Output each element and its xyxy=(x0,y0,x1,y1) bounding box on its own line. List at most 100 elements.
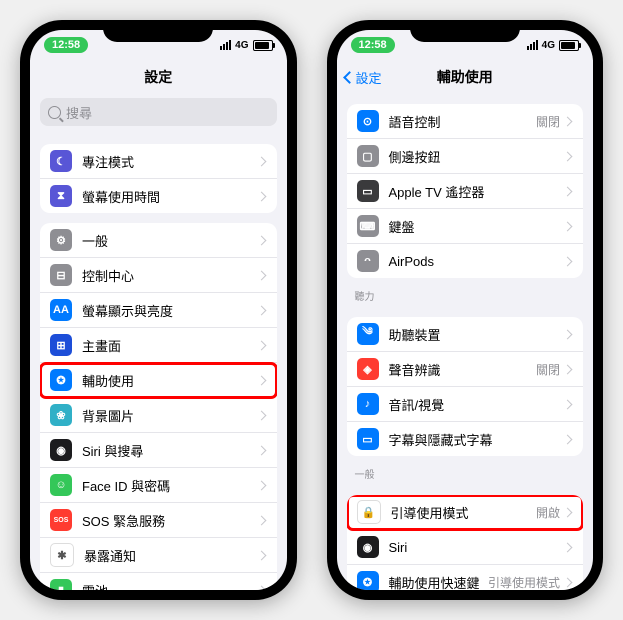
chevron-right-icon xyxy=(256,191,266,201)
settings-row[interactable]: ༄ 助聽裝置 xyxy=(347,317,584,352)
chevron-right-icon xyxy=(563,186,573,196)
chevron-right-icon xyxy=(256,550,266,560)
status-right: 4G xyxy=(220,40,272,51)
network-label: 4G xyxy=(542,40,555,51)
row-label: 主畫面 xyxy=(82,336,258,355)
focus-icon: ☾ xyxy=(50,150,72,172)
accessibility-group-1: ⊙ 語音控制關閉 ▢側邊按鈕▭Apple TV 遙控器 ⌨ 鍵盤 ᴖ AirPods xyxy=(347,104,584,278)
side-button-icon: ▢ xyxy=(357,145,379,167)
settings-row[interactable]: ❀背景圖片 xyxy=(40,398,277,433)
settings-row[interactable]: SOSSOS 緊急服務 xyxy=(40,503,277,538)
chevron-right-icon xyxy=(256,410,266,420)
status-time: 12:58 xyxy=(44,37,88,53)
settings-row[interactable]: ▮電池 xyxy=(40,573,277,590)
back-button[interactable]: 設定 xyxy=(345,68,382,87)
guided-access-icon: 🔒 xyxy=(357,500,381,524)
accessibility-group-general: 🔒引導使用模式開啟◉Siri✪輔助使用快速鍵引導使用模式⊡個別 App 設定 xyxy=(347,495,584,590)
row-label: Siri xyxy=(389,540,565,555)
settings-row[interactable]: ◈聲音辨識關閉 xyxy=(347,352,584,387)
row-value: 關閉 xyxy=(536,113,560,130)
siri-icon: ◉ xyxy=(50,439,72,461)
settings-row[interactable]: ✪輔助使用 xyxy=(40,363,277,398)
home-icon: ⊞ xyxy=(50,334,72,356)
chevron-right-icon xyxy=(256,585,266,590)
airpods-icon: ᴖ xyxy=(357,250,379,272)
section-header-general: 一般 xyxy=(337,456,594,485)
chevron-right-icon xyxy=(563,116,573,126)
screen-right: 12:58 4G 設定 輔助使用 ⊙語音控制關閉▢側邊按鈕▭Apple TV 遙… xyxy=(337,30,594,590)
settings-row[interactable]: ⊞ 主畫面 xyxy=(40,328,277,363)
page-title: 設定 xyxy=(144,67,172,87)
settings-row[interactable]: ▢側邊按鈕 xyxy=(347,139,584,174)
row-label: 控制中心 xyxy=(82,266,258,285)
chevron-right-icon xyxy=(563,329,573,339)
settings-row[interactable]: ◉ Siri xyxy=(347,530,584,565)
network-label: 4G xyxy=(235,40,248,51)
row-label: 暴露通知 xyxy=(84,546,258,565)
nav-header: 設定 輔助使用 xyxy=(337,60,594,94)
row-value: 關閉 xyxy=(536,361,560,378)
audio-visual-icon: ♪ xyxy=(357,393,379,415)
screentime-icon: ⧗ xyxy=(50,185,72,207)
status-time: 12:58 xyxy=(351,37,395,53)
chevron-right-icon xyxy=(563,577,573,587)
chevron-right-icon xyxy=(563,399,573,409)
row-label: Face ID 與密碼 xyxy=(82,476,258,495)
status-right: 4G xyxy=(527,40,579,51)
row-label: 引導使用模式 xyxy=(391,503,536,522)
settings-group-1: ☾ 專注模式 ⧗ 螢幕使用時間 xyxy=(40,144,277,213)
section-header-hearing: 聽力 xyxy=(337,278,594,307)
search-input[interactable]: 搜尋 xyxy=(40,98,277,126)
chevron-right-icon xyxy=(256,340,266,350)
row-label: 專注模式 xyxy=(82,152,258,171)
settings-row[interactable]: ⊙ 語音控制關閉 xyxy=(347,104,584,139)
settings-row[interactable]: ⚙一般 xyxy=(40,223,277,258)
row-label: 助聽裝置 xyxy=(389,325,565,344)
page-title: 輔助使用 xyxy=(437,67,493,87)
chevron-right-icon xyxy=(256,515,266,525)
settings-row[interactable]: ▭ 字幕與隱藏式字幕 xyxy=(347,422,584,456)
settings-row[interactable]: ☾ 專注模式 xyxy=(40,144,277,179)
chevron-right-icon xyxy=(256,445,266,455)
row-label: 螢幕使用時間 xyxy=(82,187,258,206)
settings-row[interactable]: ◉Siri 與搜尋 xyxy=(40,433,277,468)
subtitles-icon: ▭ xyxy=(357,428,379,450)
row-label: 背景圖片 xyxy=(82,406,258,425)
row-label: 字幕與隱藏式字幕 xyxy=(389,430,565,449)
settings-row[interactable]: ⊟ 控制中心 xyxy=(40,258,277,293)
settings-row[interactable]: AA螢幕顯示與亮度 xyxy=(40,293,277,328)
control-center-icon: ⊟ xyxy=(50,264,72,286)
settings-row[interactable]: ᴖ AirPods xyxy=(347,244,584,278)
content-right[interactable]: ⊙語音控制關閉▢側邊按鈕▭Apple TV 遙控器⌨鍵盤ᴖAirPods 聽力 … xyxy=(337,94,594,590)
settings-row[interactable]: ✪ 輔助使用快速鍵引導使用模式 xyxy=(347,565,584,590)
settings-row[interactable]: ▭Apple TV 遙控器 xyxy=(347,174,584,209)
general-icon: ⚙ xyxy=(50,229,72,251)
sound-recognition-icon: ◈ xyxy=(357,358,379,380)
hearing-icon: ༄ xyxy=(357,323,379,345)
chevron-right-icon xyxy=(256,375,266,385)
content-left[interactable]: ☾ 專注模式 ⧗ 螢幕使用時間 ⚙一般 ⊟ 控制中心 AA螢幕顯示與亮度 ⊞ 主畫面 ✪輔助使用❀… xyxy=(30,134,287,590)
shortcut-icon: ✪ xyxy=(357,571,379,590)
chevron-right-icon xyxy=(256,480,266,490)
row-label: 語音控制 xyxy=(389,112,536,131)
row-label: AirPods xyxy=(389,254,565,269)
siri-icon: ◉ xyxy=(357,536,379,558)
settings-row[interactable]: ☺Face ID 與密碼 xyxy=(40,468,277,503)
voice-control-icon: ⊙ xyxy=(357,110,379,132)
settings-row[interactable]: ✱ 暴露通知 xyxy=(40,538,277,573)
settings-group-2: ⚙一般 ⊟ 控制中心 AA螢幕顯示與亮度 ⊞ 主畫面 ✪輔助使用❀背景圖片◉Siri 與搜尋… xyxy=(40,223,277,590)
row-value: 引導使用模式 xyxy=(488,574,560,591)
chevron-right-icon xyxy=(256,305,266,315)
accessibility-group-hearing: ༄ 助聽裝置 ◈聲音辨識關閉♪音訊/視覺 ▭ 字幕與隱藏式字幕 xyxy=(347,317,584,456)
settings-row[interactable]: ⌨ 鍵盤 xyxy=(347,209,584,244)
keyboard-icon: ⌨ xyxy=(357,215,379,237)
settings-row[interactable]: 🔒引導使用模式開啟 xyxy=(347,495,584,530)
row-label: 輔助使用快速鍵 xyxy=(389,573,488,591)
settings-row[interactable]: ⧗ 螢幕使用時間 xyxy=(40,179,277,213)
notch xyxy=(410,20,520,42)
row-label: 鍵盤 xyxy=(389,217,565,236)
appletv-icon: ▭ xyxy=(357,180,379,202)
settings-row[interactable]: ♪音訊/視覺 xyxy=(347,387,584,422)
phone-left: 12:58 4G 設定 搜尋 ☾ 專注模式 ⧗ 螢幕使用時間 ⚙一般 ⊟ 控制中心 AA螢幕… xyxy=(20,20,297,600)
exposure-icon: ✱ xyxy=(50,543,74,567)
